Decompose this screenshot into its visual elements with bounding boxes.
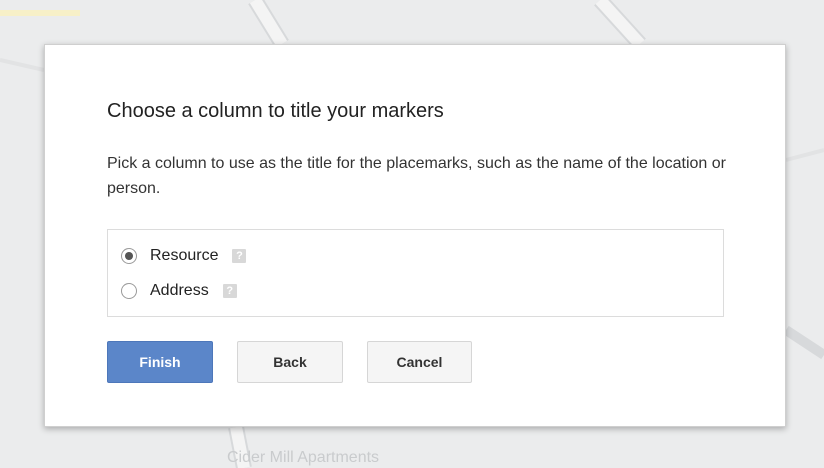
dialog-title: Choose a column to title your markers: [107, 100, 444, 122]
map-road-highlight: [0, 10, 80, 16]
option-resource-label[interactable]: Resource: [150, 247, 218, 265]
option-address[interactable]: Address ?: [121, 280, 237, 302]
back-button[interactable]: Back: [237, 341, 343, 383]
map-background[interactable]: Cider Mill Apartments Choose a column to…: [0, 0, 824, 468]
choose-title-column-dialog: Choose a column to title your markers Pi…: [44, 44, 786, 427]
map-place-label: Cider Mill Apartments: [227, 449, 380, 466]
cancel-button[interactable]: Cancel: [367, 341, 472, 383]
dialog-description: Pick a column to use as the title for th…: [107, 155, 726, 197]
radio-address[interactable]: [121, 283, 137, 299]
finish-button[interactable]: Finish: [107, 341, 213, 383]
option-address-label[interactable]: Address: [150, 282, 209, 300]
option-resource[interactable]: Resource ?: [121, 245, 247, 267]
help-icon[interactable]: ?: [222, 284, 237, 298]
column-options-group: Resource ? Address ?: [107, 229, 724, 317]
radio-resource[interactable]: [121, 248, 137, 264]
help-icon[interactable]: ?: [232, 249, 247, 263]
